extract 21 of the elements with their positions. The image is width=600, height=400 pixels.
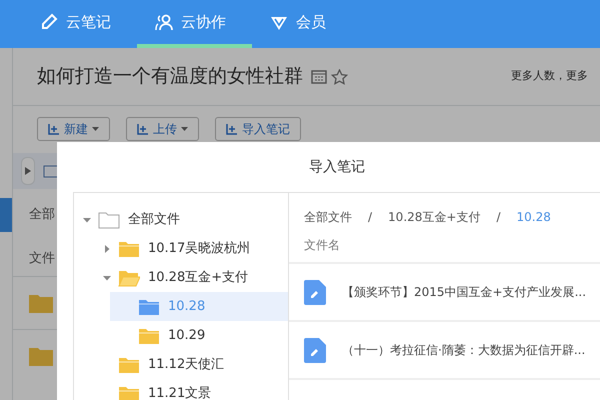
tree-item[interactable]: 10.29 [74,321,288,350]
dialog-title: 导入笔记 [309,158,365,176]
column-header: 文件名 [304,238,340,252]
column-header: 文件 [29,250,55,266]
tree-item[interactable]: 10.17吴晓波杭州 [74,234,288,263]
page-title: 如何打造一个有温度的女性社群 [37,64,303,90]
breadcrumb-separator: / [368,209,372,226]
file-row[interactable]: 【颁奖环节】2015中国互金+支付产业发展... [289,264,600,322]
breadcrumb-link[interactable]: 10.28互金+支付 [388,208,480,226]
toolbar-button[interactable]: 导入笔记 [215,117,301,141]
breadcrumb-separator: / [496,209,501,226]
file-row[interactable]: （十一）考拉征信·隋萎：大数据为征信开辟... [289,322,600,380]
breadcrumb-link[interactable]: 全部文件 [304,208,352,226]
toolbar-button[interactable]: 新建 [37,117,110,141]
promo-text: 更多人数，更多 [511,68,588,84]
tree-item[interactable]: 全部文件 [74,205,288,234]
toolbar-button[interactable]: 上传 [126,117,199,141]
tree-item[interactable]: 11.12天使汇 [74,350,288,379]
breadcrumb-text[interactable]: 全部 [29,207,55,222]
tree-item[interactable]: 10.28互金+支付 [74,263,288,292]
tree-item[interactable]: 11.21文景 [74,379,288,400]
